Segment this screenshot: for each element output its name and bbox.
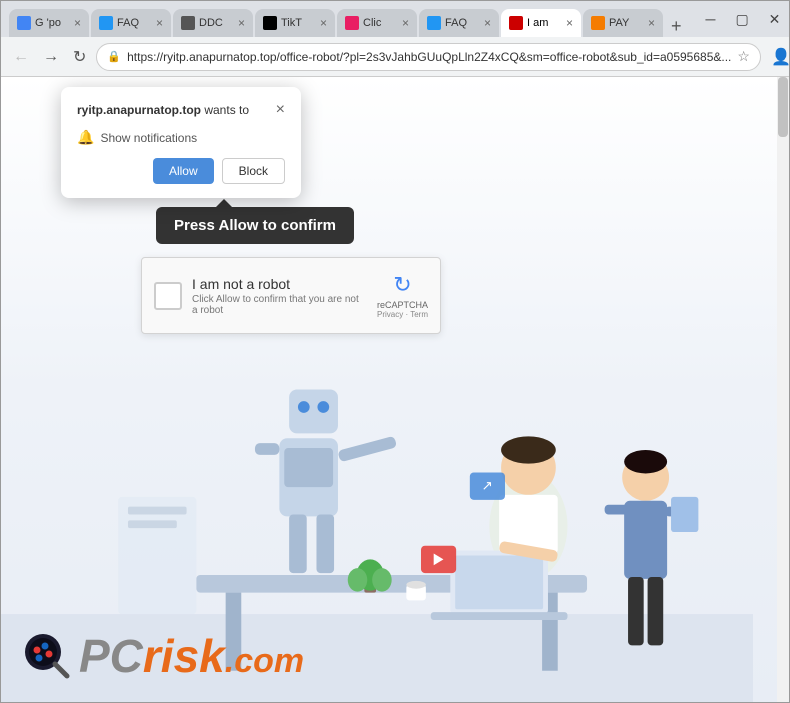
- close-window-button[interactable]: ✕: [763, 9, 787, 30]
- tab-ddc[interactable]: DDC ×: [173, 9, 253, 37]
- tab-title-faq2: FAQ: [445, 17, 478, 29]
- press-allow-callout: Press Allow to confirm: [156, 207, 354, 244]
- back-button[interactable]: ←: [9, 46, 33, 68]
- tab-favicon-faq2: [427, 16, 441, 30]
- tab-title-g: G 'po: [35, 17, 68, 29]
- tab-favicon-iam: [509, 16, 523, 30]
- recaptcha-logo-icon: ↻: [393, 272, 411, 298]
- tab-favicon-faq: [99, 16, 113, 30]
- pcrisk-logo-text: PCrisk.com: [79, 633, 304, 679]
- popup-wants-to: wants to: [204, 103, 249, 117]
- tab-title-pay: PAY: [609, 17, 642, 29]
- reload-button[interactable]: ↻: [69, 45, 90, 69]
- recaptcha-terms: Term: [410, 310, 428, 319]
- tab-title-tikt: TikT: [281, 17, 314, 29]
- recaptcha-text-area: I am not a robot Click Allow to confirm …: [192, 276, 367, 316]
- recaptcha-box: I am not a robot Click Allow to confirm …: [141, 257, 441, 334]
- recaptcha-privacy: Privacy: [377, 310, 403, 319]
- new-tab-button[interactable]: +: [665, 16, 688, 37]
- tab-favicon-g: [17, 16, 31, 30]
- forward-button[interactable]: →: [39, 46, 63, 68]
- tab-close-click[interactable]: ×: [402, 16, 409, 30]
- pcrisk-logo-icon: [21, 630, 73, 682]
- popup-notification-row: 🔔 Show notifications: [77, 129, 285, 146]
- page-content: ↗ ryitp.anapurnatop.top wants: [1, 77, 789, 702]
- tab-favicon-tikt: [263, 16, 277, 30]
- popup-site-text: ryitp.anapurnatop.top wants to: [77, 103, 249, 117]
- tab-strip: G 'po × FAQ × DDC × TikT × Clic ×: [9, 1, 688, 37]
- tab-title-click: Clic: [363, 17, 396, 29]
- svg-text:↗: ↗: [482, 478, 493, 493]
- tab-close-tikt[interactable]: ×: [320, 16, 327, 30]
- tab-close-faq2[interactable]: ×: [484, 16, 491, 30]
- tab-close-pay[interactable]: ×: [648, 16, 655, 30]
- tab-title-iam: I am: [527, 17, 560, 29]
- allow-button[interactable]: Allow: [153, 158, 214, 184]
- tab-favicon-ddc: [181, 16, 195, 30]
- scrollbar-thumb[interactable]: [778, 77, 788, 137]
- tab-tikt[interactable]: TikT ×: [255, 9, 335, 37]
- profile-icon[interactable]: 👤: [767, 45, 790, 69]
- tab-close-iam[interactable]: ×: [566, 16, 573, 30]
- tab-favicon-pay: [591, 16, 605, 30]
- tab-close-g[interactable]: ×: [74, 16, 81, 30]
- tab-click[interactable]: Clic ×: [337, 9, 417, 37]
- lock-icon: 🔒: [107, 50, 121, 63]
- tab-faq2[interactable]: FAQ ×: [419, 9, 499, 37]
- tab-pay[interactable]: PAY ×: [583, 9, 663, 37]
- tab-close-faq[interactable]: ×: [156, 16, 163, 30]
- pcrisk-logo: PCrisk.com: [21, 630, 304, 682]
- logo-pc: PC: [79, 630, 143, 682]
- recaptcha-label: reCAPTCHA: [377, 300, 428, 310]
- scrollbar[interactable]: [777, 77, 789, 702]
- recaptcha-logo-area: ↻ reCAPTCHA Privacy · Term: [377, 272, 428, 319]
- logo-risk: risk: [143, 630, 225, 682]
- recaptcha-title: I am not a robot: [192, 276, 367, 292]
- title-bar: G 'po × FAQ × DDC × TikT × Clic ×: [1, 1, 789, 37]
- tab-close-ddc[interactable]: ×: [238, 16, 245, 30]
- block-button[interactable]: Block: [222, 158, 285, 184]
- tab-iam[interactable]: I am ×: [501, 9, 581, 37]
- tab-favicon-click: [345, 16, 359, 30]
- bookmark-icon[interactable]: ☆: [737, 48, 750, 65]
- popup-site-name: ryitp.anapurnatop.top: [77, 103, 201, 117]
- minimize-button[interactable]: ─: [700, 9, 722, 29]
- browser-window: G 'po × FAQ × DDC × TikT × Clic ×: [0, 0, 790, 703]
- notification-popup: ryitp.anapurnatop.top wants to × 🔔 Show …: [61, 87, 301, 198]
- window-controls: ─ ▢ ✕: [700, 9, 787, 30]
- callout-text: Press Allow to confirm: [174, 217, 336, 234]
- popup-notification-label: Show notifications: [100, 131, 197, 145]
- logo-com: .com: [225, 642, 304, 680]
- popup-buttons: Allow Block: [77, 158, 285, 184]
- tab-g[interactable]: G 'po ×: [9, 9, 89, 37]
- toolbar-icons: 👤 ⋮: [767, 45, 790, 69]
- address-bar: ← → ↻ 🔒 https://ryitp.anapurnatop.top/of…: [1, 37, 789, 77]
- tab-title-faq: FAQ: [117, 17, 150, 29]
- popup-header: ryitp.anapurnatop.top wants to ×: [77, 101, 285, 119]
- url-bar[interactable]: 🔒 https://ryitp.anapurnatop.top/office-r…: [96, 43, 761, 71]
- recaptcha-links: Privacy · Term: [377, 310, 428, 319]
- maximize-button[interactable]: ▢: [729, 9, 754, 30]
- bell-icon: 🔔: [77, 129, 94, 146]
- recaptcha-checkbox[interactable]: [154, 282, 182, 310]
- tab-title-ddc: DDC: [199, 17, 232, 29]
- tab-faq[interactable]: FAQ ×: [91, 9, 171, 37]
- recaptcha-subtitle: Click Allow to confirm that you are not …: [192, 294, 367, 316]
- popup-close-button[interactable]: ×: [276, 101, 285, 119]
- url-text: https://ryitp.anapurnatop.top/office-rob…: [127, 50, 731, 64]
